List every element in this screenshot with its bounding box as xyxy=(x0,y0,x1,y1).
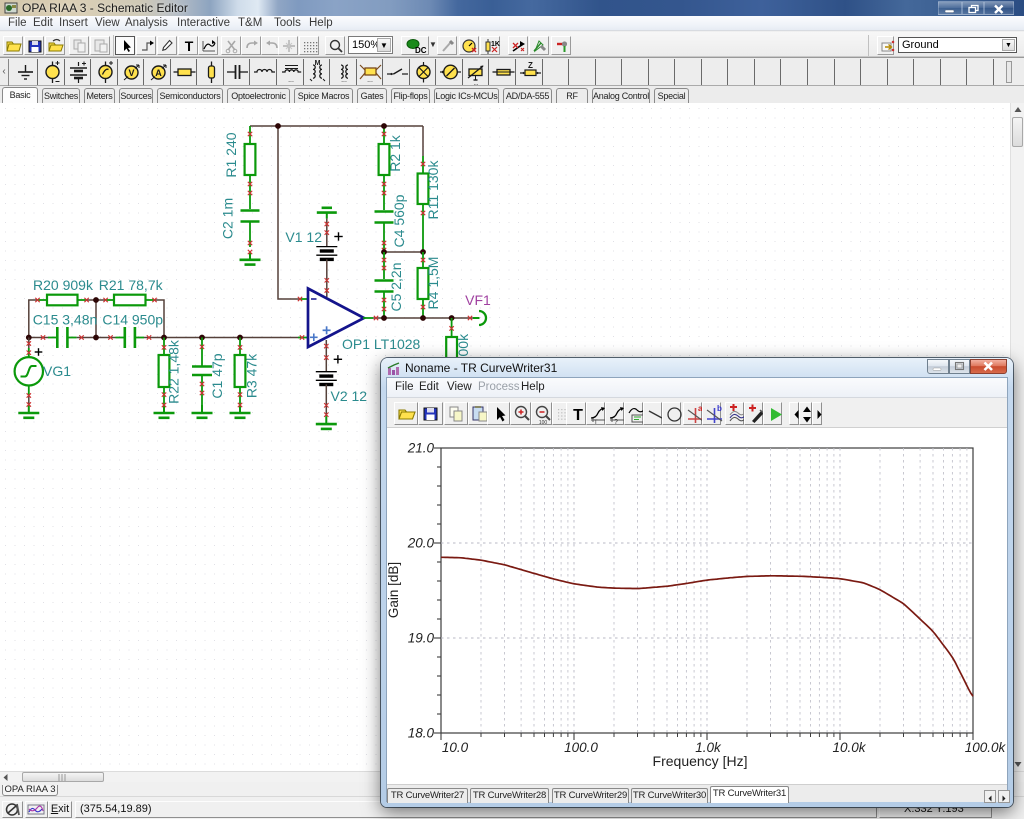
svg-text:T: T xyxy=(594,420,598,425)
svg-text:R2 1k: R2 1k xyxy=(387,134,403,172)
svg-text:OP1 LT1028: OP1 LT1028 xyxy=(342,336,421,352)
svg-text:VF1: VF1 xyxy=(465,292,491,308)
svg-text:b: b xyxy=(717,404,722,413)
svg-text:V2 12: V2 12 xyxy=(331,388,368,404)
svg-text:VG1: VG1 xyxy=(43,363,71,379)
svg-text:R1 240: R1 240 xyxy=(223,132,239,177)
svg-text:C2 1m: C2 1m xyxy=(220,198,236,239)
svg-text:C5 2,2n: C5 2,2n xyxy=(388,262,404,311)
svg-text:R4 1,5M: R4 1,5M xyxy=(425,257,441,310)
svg-text:C1 47p: C1 47p xyxy=(209,353,225,398)
svg-text:R11 130k: R11 130k xyxy=(425,160,441,220)
svg-text:C4 560p: C4 560p xyxy=(391,194,407,247)
svg-text:?: ? xyxy=(614,419,618,425)
svg-text:T: T xyxy=(573,407,583,424)
svg-text:R21 78,7k: R21 78,7k xyxy=(99,277,164,293)
svg-text:100: 100 xyxy=(539,420,548,425)
svg-text:C14 950p: C14 950p xyxy=(102,312,163,328)
svg-text:R3 47k: R3 47k xyxy=(243,353,259,398)
svg-text:R20 909k: R20 909k xyxy=(33,277,94,293)
svg-text:R22 1,48k: R22 1,48k xyxy=(166,339,182,404)
svg-text:V1 12: V1 12 xyxy=(285,229,322,245)
svg-text:C15 3,48n: C15 3,48n xyxy=(33,312,98,328)
